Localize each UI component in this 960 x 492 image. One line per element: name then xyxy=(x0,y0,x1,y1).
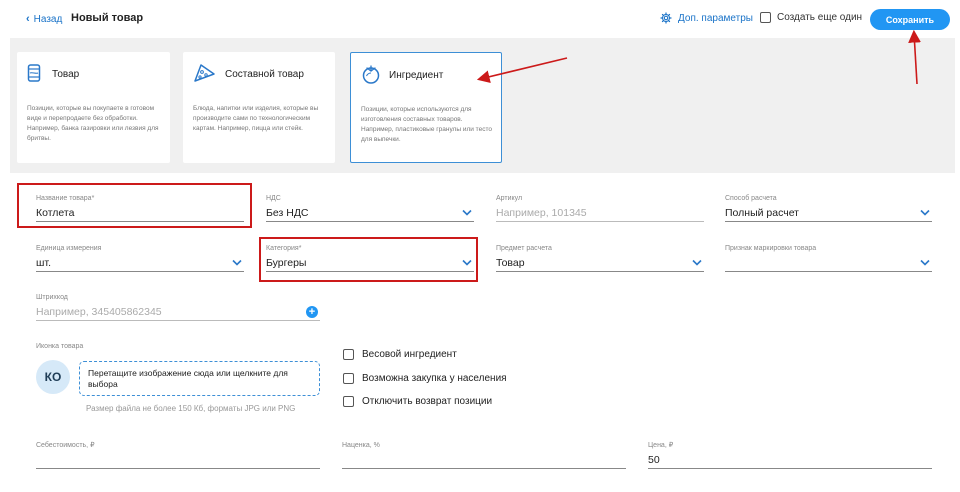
file-size-hint: Размер файла не более 150 Кб, форматы JP… xyxy=(86,404,296,413)
field-underline xyxy=(36,271,244,272)
pizza-icon xyxy=(194,64,215,82)
type-card-description: Позиции, которые используются для изгото… xyxy=(361,106,492,143)
unit-value: шт. xyxy=(36,257,51,269)
option-label: Весовой ингредиент xyxy=(362,349,457,360)
barcode-field[interactable]: Штрихкод Например, 345405862345 xyxy=(36,293,320,321)
type-card-title: Составной товар xyxy=(225,69,304,80)
field-underline xyxy=(496,221,704,222)
payment-method-value: Полный расчет xyxy=(725,207,799,219)
type-card-description: Блюда, напитки или изделия, которые вы п… xyxy=(193,105,319,132)
field-underline xyxy=(496,271,704,272)
marking-label: Признак маркировки товара xyxy=(725,245,817,252)
chevron-down-icon xyxy=(920,209,930,216)
add-barcode-icon[interactable]: + xyxy=(306,306,318,318)
population-purchase-option[interactable]: Возможна закупка у населения xyxy=(343,373,507,384)
gear-icon xyxy=(660,12,672,24)
avatar: КО xyxy=(36,360,70,394)
field-underline xyxy=(266,221,474,222)
create-more-checkbox[interactable] xyxy=(760,12,771,23)
chevron-down-icon xyxy=(462,209,472,216)
image-drop-zone[interactable]: Перетащите изображение сюда или щелкните… xyxy=(79,361,320,396)
field-underline xyxy=(725,221,932,222)
type-card-composite[interactable]: Составной товар Блюда, напитки или издел… xyxy=(183,52,335,163)
field-underline xyxy=(725,271,932,272)
type-card-title: Товар xyxy=(52,69,80,80)
option-label: Отключить возврат позиции xyxy=(362,396,493,407)
marking-select[interactable]: Признак маркировки товара xyxy=(725,244,932,272)
disable-return-option[interactable]: Отключить возврат позиции xyxy=(343,396,492,407)
price-value: 50 xyxy=(648,454,660,466)
payment-method-select[interactable]: Способ расчета Полный расчет xyxy=(725,194,932,222)
back-label: Назад xyxy=(33,13,63,25)
page-title: Новый товар xyxy=(71,12,144,24)
payment-subject-label: Предмет расчета xyxy=(496,245,552,252)
type-card-title: Ингредиент xyxy=(389,70,444,81)
weighted-ingredient-checkbox[interactable] xyxy=(343,349,354,360)
chevron-down-icon xyxy=(692,259,702,266)
unit-label: Единица измерения xyxy=(36,245,102,252)
price-label: Цена, ₽ xyxy=(648,442,674,449)
type-card-description: Позиции, которые вы покупаете в готовом … xyxy=(27,105,159,142)
field-underline xyxy=(36,320,320,321)
cost-field[interactable]: Себестоимость, ₽ xyxy=(36,441,320,469)
payment-method-label: Способ расчета xyxy=(725,195,777,202)
field-underline xyxy=(36,468,320,469)
article-label: Артикул xyxy=(496,195,523,202)
back-link[interactable]: ‹ Назад xyxy=(26,13,62,25)
vat-select[interactable]: НДС Без НДС xyxy=(266,194,474,222)
extra-params-button[interactable]: Доп. параметры xyxy=(660,12,753,24)
save-button[interactable]: Сохранить xyxy=(870,9,950,30)
article-field[interactable]: Артикул Например, 101345 xyxy=(496,194,704,222)
can-icon xyxy=(27,64,41,82)
tomato-icon xyxy=(362,65,380,84)
type-card-ingredient[interactable]: Ингредиент Позиции, которые используются… xyxy=(350,52,502,163)
payment-subject-select[interactable]: Предмет расчета Товар xyxy=(496,244,704,272)
population-purchase-checkbox[interactable] xyxy=(343,373,354,384)
price-field[interactable]: Цена, ₽ 50 xyxy=(648,441,932,469)
chevron-down-icon xyxy=(232,259,242,266)
chevron-down-icon xyxy=(920,259,930,266)
disable-return-checkbox[interactable] xyxy=(343,396,354,407)
top-bar: ‹ Назад Новый товар Доп. параметры Созда… xyxy=(0,0,960,38)
cost-label: Себестоимость, ₽ xyxy=(36,442,95,449)
create-more-label: Создать еще один xyxy=(777,12,863,23)
markup-label: Наценка, % xyxy=(342,442,380,449)
vat-label: НДС xyxy=(266,195,281,202)
weighted-ingredient-option[interactable]: Весовой ингредиент xyxy=(343,349,457,360)
type-card-product[interactable]: Товар Позиции, которые вы покупаете в го… xyxy=(17,52,170,163)
option-label: Возможна закупка у населения xyxy=(362,373,507,384)
vat-value: Без НДС xyxy=(266,207,309,219)
field-underline xyxy=(342,468,626,469)
barcode-label: Штрихкод xyxy=(36,294,68,301)
payment-subject-value: Товар xyxy=(496,257,525,269)
create-more-toggle[interactable]: Создать еще один xyxy=(760,12,862,23)
field-underline xyxy=(648,468,932,469)
article-placeholder: Например, 101345 xyxy=(496,207,587,219)
chevron-left-icon: ‹ xyxy=(26,13,30,25)
icon-section-label: Иконка товара xyxy=(36,343,84,350)
annotation-highlight-name xyxy=(17,183,252,228)
annotation-highlight-category xyxy=(259,237,478,282)
unit-select[interactable]: Единица измерения шт. xyxy=(36,244,244,272)
extra-params-label: Доп. параметры xyxy=(678,12,753,24)
barcode-placeholder: Например, 345405862345 xyxy=(36,306,162,318)
markup-field[interactable]: Наценка, % xyxy=(342,441,626,469)
